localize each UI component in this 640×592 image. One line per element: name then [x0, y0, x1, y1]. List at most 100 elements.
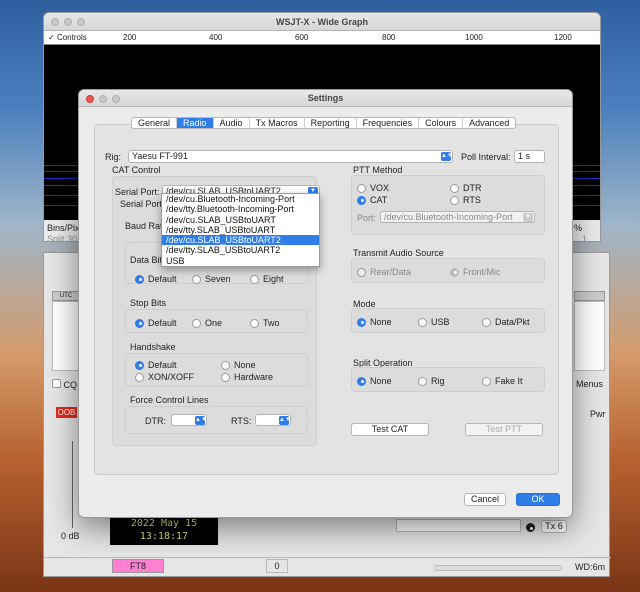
poll-interval-spinbox[interactable]: 1 s [514, 150, 545, 163]
stop-bits-two-radio[interactable]: Two [250, 318, 280, 328]
ptt-vox-radio[interactable]: VOX [357, 183, 389, 193]
chevron-down-icon: ▼ [523, 213, 533, 222]
ruler-tick: 1000 [465, 33, 483, 42]
data-bits-seven-radio[interactable]: Seven [192, 274, 231, 284]
stop-bits-label: Stop Bits [130, 298, 167, 308]
frequency-ruler: ✓ Controls 200 400 600 800 1000 1200 [44, 31, 600, 45]
tx-count: 0 [266, 559, 288, 573]
mode-none-radio[interactable]: None [357, 317, 392, 327]
ruler-tick: 1200 [554, 33, 572, 42]
force-control-lines-label: Force Control Lines [130, 395, 209, 405]
serial-port-dropdown: /dev/cu.Bluetooth-Incoming-Port /dev/tty… [161, 193, 320, 267]
minimize-icon[interactable] [64, 18, 72, 26]
cat-control-title: CAT Control [112, 165, 161, 175]
settings-titlebar: Settings [79, 90, 572, 107]
zoom-icon[interactable] [77, 18, 85, 26]
radio-tab-panel: Rig: Yaesu FT-991 ▲▼ Poll Interval: 1 s C… [94, 124, 559, 475]
rx-frequency-list[interactable] [574, 301, 605, 371]
tx6-button[interactable]: Tx 6 [541, 520, 567, 533]
zoom-icon[interactable] [112, 95, 120, 103]
port-option[interactable]: /dev/tty.Bluetooth-Incoming-Port [162, 204, 319, 214]
split-fakeit-radio[interactable]: Fake It [482, 376, 523, 386]
tab-radio[interactable]: Radio [177, 118, 214, 128]
close-icon[interactable] [86, 95, 94, 103]
dtr-select[interactable]: ▲▼ [171, 414, 207, 426]
ruler-tick: 800 [382, 33, 396, 42]
split-rig-radio[interactable]: Rig [418, 376, 445, 386]
ptt-cat-radio[interactable]: CAT [357, 195, 387, 205]
wide-graph-title: WSJT-X - Wide Graph [276, 17, 368, 27]
tx-message-field[interactable] [396, 519, 521, 532]
serial-port-label: Serial Port: [115, 187, 160, 197]
oob-indicator: OOB [56, 407, 77, 418]
tab-general[interactable]: General [132, 118, 178, 128]
ruler-tick: 600 [295, 33, 309, 42]
audio-front-radio[interactable]: Front/Mic [450, 267, 501, 277]
port-option-highlighted[interactable]: /dev/cu.SLAB_USBtoUART2 [162, 235, 319, 246]
handshake-default-radio[interactable]: Default [135, 360, 177, 370]
port-option[interactable]: USB [162, 256, 319, 266]
port-option[interactable]: /dev/tty.SLAB_USBtoUART [162, 225, 319, 235]
tx6-radio[interactable] [526, 523, 535, 532]
rig-label: Rig: [105, 152, 122, 162]
stop-bits-default-radio[interactable]: Default [135, 318, 177, 328]
handshake-label: Handshake [130, 342, 176, 352]
test-ptt-button[interactable]: Test PTT [465, 423, 543, 436]
db-label: 0 dB [61, 531, 80, 541]
settings-dialog: Settings Rig: Yaesu FT-991 ▲▼ Poll Interv… [78, 89, 573, 518]
ptt-dtr-radio[interactable]: DTR [450, 183, 482, 193]
ptt-method-title: PTT Method [353, 165, 403, 175]
port-option[interactable]: /dev/cu.Bluetooth-Incoming-Port [162, 194, 319, 204]
signal-meter [72, 441, 73, 528]
stop-bits-one-radio[interactable]: One [192, 318, 222, 328]
menus-checkbox[interactable]: Menus [576, 379, 603, 389]
progress-bar [434, 565, 562, 571]
handshake-none-radio[interactable]: None [221, 360, 256, 370]
tab-audio[interactable]: Audio [214, 118, 250, 128]
cancel-button[interactable]: Cancel [464, 493, 506, 506]
utc-header: UTC [52, 291, 80, 301]
audio-rear-radio[interactable]: Rear/Data [357, 267, 411, 277]
poll-interval-label: Poll Interval: [461, 152, 511, 162]
bins-label: Bins/Pix [47, 223, 80, 233]
rts-select[interactable]: ▲▼ [255, 414, 291, 426]
tab-tx-macros[interactable]: Tx Macros [250, 118, 305, 128]
data-bits-eight-radio[interactable]: Eight [250, 274, 284, 284]
serial-port-params-label: Serial Port [120, 199, 163, 209]
handshake-xonxoff-radio[interactable]: XON/XOFF [135, 372, 194, 382]
tab-advanced[interactable]: Advanced [463, 118, 515, 128]
ptt-port-label: Port: [357, 213, 377, 223]
pwr-label: Pwr [590, 409, 606, 419]
mode-usb-radio[interactable]: USB [418, 317, 450, 327]
ptt-port-select[interactable]: /dev/cu.Bluetooth-Incoming-Port ▼ [380, 211, 535, 223]
tab-reporting[interactable]: Reporting [305, 118, 357, 128]
port-option[interactable]: /dev/tty.SLAB_USBtoUART2 [162, 245, 319, 255]
handshake-hardware-radio[interactable]: Hardware [221, 372, 273, 382]
port-option[interactable]: /dev/cu.SLAB_USBtoUART [162, 215, 319, 225]
split-none-radio[interactable]: None [357, 376, 392, 386]
cq-checkbox[interactable]: CQ [52, 379, 77, 390]
time-text: 13:18:17 [139, 531, 189, 542]
rts-label: RTS: [231, 416, 252, 426]
split-label: Split 30 [47, 234, 78, 242]
rig-select[interactable]: Yaesu FT-991 ▲▼ [128, 150, 453, 163]
settings-tab-bar: General Radio Audio Tx Macros Reporting … [131, 117, 517, 129]
dtr-label: DTR: [145, 416, 166, 426]
tab-frequencies[interactable]: Frequencies [357, 118, 420, 128]
rx-header [574, 291, 605, 301]
mode-datapkt-radio[interactable]: Data/Pkt [482, 317, 530, 327]
ruler-tick: 400 [209, 33, 223, 42]
tab-colours[interactable]: Colours [419, 118, 464, 128]
percent-spinbox[interactable]: % [574, 223, 582, 233]
ptt-rts-radio[interactable]: RTS [450, 195, 481, 205]
data-bits-default-radio[interactable]: Default [135, 274, 177, 284]
controls-checkbox[interactable]: ✓ Controls [48, 33, 87, 42]
chevron-updown-icon: ▲▼ [195, 416, 207, 425]
close-icon[interactable] [51, 18, 59, 26]
chevron-updown-icon: ▲▼ [441, 152, 453, 161]
date-text: 2022 May 15 [130, 518, 198, 529]
ok-button[interactable]: OK [516, 493, 560, 506]
minimize-icon[interactable] [99, 95, 107, 103]
test-cat-button[interactable]: Test CAT [351, 423, 429, 436]
spin-value[interactable]: 1 [582, 234, 587, 241]
